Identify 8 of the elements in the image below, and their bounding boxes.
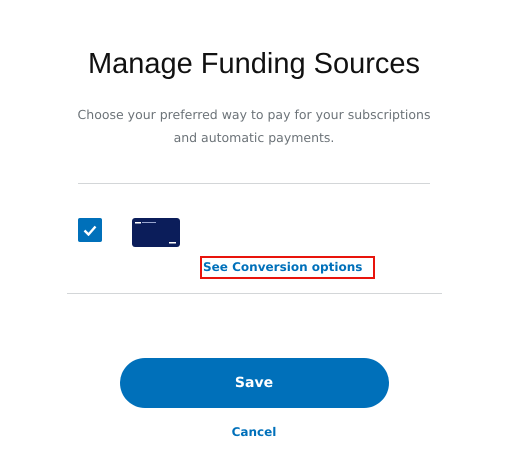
description: Choose your preferred way to pay for your subscriptions and automatic payments. — [76, 106, 432, 147]
check-icon — [83, 224, 97, 236]
conversion-options-link[interactable]: See Conversion options — [200, 256, 376, 279]
cancel-link[interactable]: Cancel — [232, 425, 276, 439]
checkbox[interactable] — [78, 218, 102, 242]
card-icon — [132, 218, 180, 247]
save-button[interactable]: Save — [120, 358, 388, 408]
page-title: Manage Funding Sources — [88, 48, 420, 81]
